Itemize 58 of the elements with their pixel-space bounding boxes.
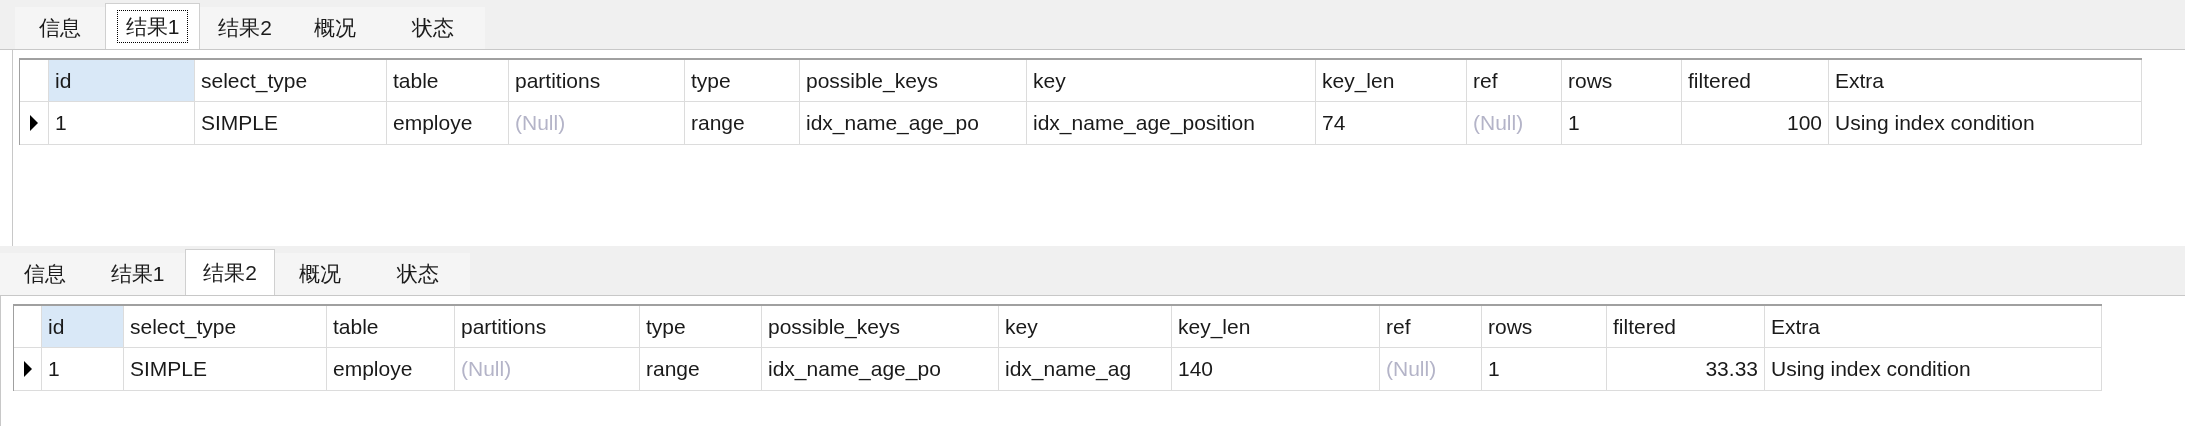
null-value: (Null) xyxy=(1386,356,1437,383)
column-header[interactable]: table xyxy=(387,60,509,102)
column-header[interactable]: id xyxy=(49,60,195,102)
column-header[interactable]: key xyxy=(999,306,1172,348)
column-header[interactable]: key_len xyxy=(1316,60,1467,102)
table-cell-text: SIMPLE xyxy=(130,356,208,383)
table-cell-text: Using index condition xyxy=(1771,356,1971,383)
table-cell-text: idx_name_age_po xyxy=(806,110,979,137)
table-cell-text: 33.33 xyxy=(1705,356,1758,383)
column-header[interactable]: select_type xyxy=(124,306,327,348)
table-cell-text: Using index condition xyxy=(1835,110,2035,137)
null-value: (Null) xyxy=(461,356,512,383)
column-header[interactable]: rows xyxy=(1562,60,1682,102)
tab[interactable]: 结果1 xyxy=(105,3,200,49)
null-value: (Null) xyxy=(1473,110,1524,137)
table-cell-text: employe xyxy=(393,110,473,137)
table-cell-text: 1 xyxy=(55,110,67,137)
table-cell-text: idx_name_age_po xyxy=(768,356,941,383)
tab[interactable]: 信息 xyxy=(15,7,105,49)
tab[interactable]: 状态 xyxy=(380,7,485,49)
tab[interactable]: 结果2 xyxy=(185,249,275,295)
column-header[interactable]: ref xyxy=(1380,306,1482,348)
null-value: (Null) xyxy=(515,110,566,137)
tab[interactable]: 概况 xyxy=(290,7,380,49)
table-cell-text: range xyxy=(691,110,745,137)
column-header[interactable]: table xyxy=(327,306,455,348)
tab[interactable]: 概况 xyxy=(275,253,365,295)
column-header[interactable]: partitions xyxy=(509,60,685,102)
column-header[interactable]: possible_keys xyxy=(800,60,1027,102)
tab[interactable]: 信息 xyxy=(0,253,90,295)
table-cell-text: idx_name_ag xyxy=(1005,356,1132,383)
column-header[interactable]: id xyxy=(42,306,124,348)
column-header[interactable]: ref xyxy=(1467,60,1562,102)
table-cell-text: 1 xyxy=(48,356,60,383)
column-header[interactable]: filtered xyxy=(1607,306,1765,348)
column-header[interactable]: select_type xyxy=(195,60,387,102)
tab[interactable]: 结果1 xyxy=(90,253,185,295)
table-cell-text: 74 xyxy=(1322,110,1346,137)
column-header[interactable]: key_len xyxy=(1172,306,1380,348)
table-cell-text: SIMPLE xyxy=(201,110,279,137)
column-header[interactable]: possible_keys xyxy=(762,306,999,348)
table-cell-text: 100 xyxy=(1786,110,1822,137)
column-header[interactable]: type xyxy=(640,306,762,348)
column-header[interactable]: Extra xyxy=(1765,306,2102,348)
column-header[interactable]: filtered xyxy=(1682,60,1829,102)
column-header[interactable]: Extra xyxy=(1829,60,2142,102)
column-header[interactable]: rows xyxy=(1482,306,1607,348)
table-cell-text: employe xyxy=(333,356,413,383)
column-header[interactable]: key xyxy=(1027,60,1316,102)
table-cell-text: idx_name_age_position xyxy=(1033,110,1255,137)
table-cell-text: 1 xyxy=(1568,110,1580,137)
table-cell-text: 140 xyxy=(1178,356,1214,383)
tab[interactable]: 结果2 xyxy=(200,7,290,49)
column-header[interactable]: partitions xyxy=(455,306,640,348)
column-header[interactable]: type xyxy=(685,60,800,102)
tab[interactable]: 状态 xyxy=(365,253,470,295)
table-cell-text: range xyxy=(646,356,700,383)
table-cell-text: 1 xyxy=(1488,356,1500,383)
